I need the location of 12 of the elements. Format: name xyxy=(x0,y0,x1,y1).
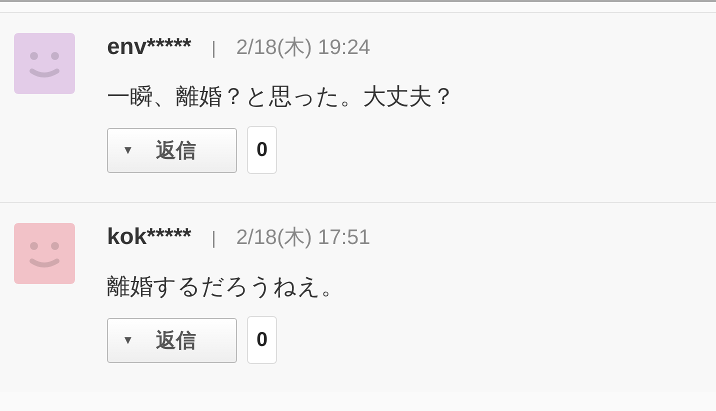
reply-button[interactable]: ▼ 返信 xyxy=(107,318,237,362)
reply-count: 0 xyxy=(247,126,277,174)
reply-count: 0 xyxy=(247,316,277,364)
username: env***** xyxy=(107,33,192,60)
comment-text: 離婚するだろうねえ。 xyxy=(107,272,345,301)
post-date: 2/18(木) 19:24 xyxy=(236,35,370,61)
post-date: 2/18(木) 17:51 xyxy=(236,225,370,251)
reply-button[interactable]: ▼ 返信 xyxy=(107,128,237,172)
separator: | xyxy=(211,38,216,59)
comment-text: 一瞬、離婚？と思った。大丈夫？ xyxy=(107,82,455,111)
username: kok***** xyxy=(107,223,192,250)
separator: | xyxy=(211,228,216,249)
